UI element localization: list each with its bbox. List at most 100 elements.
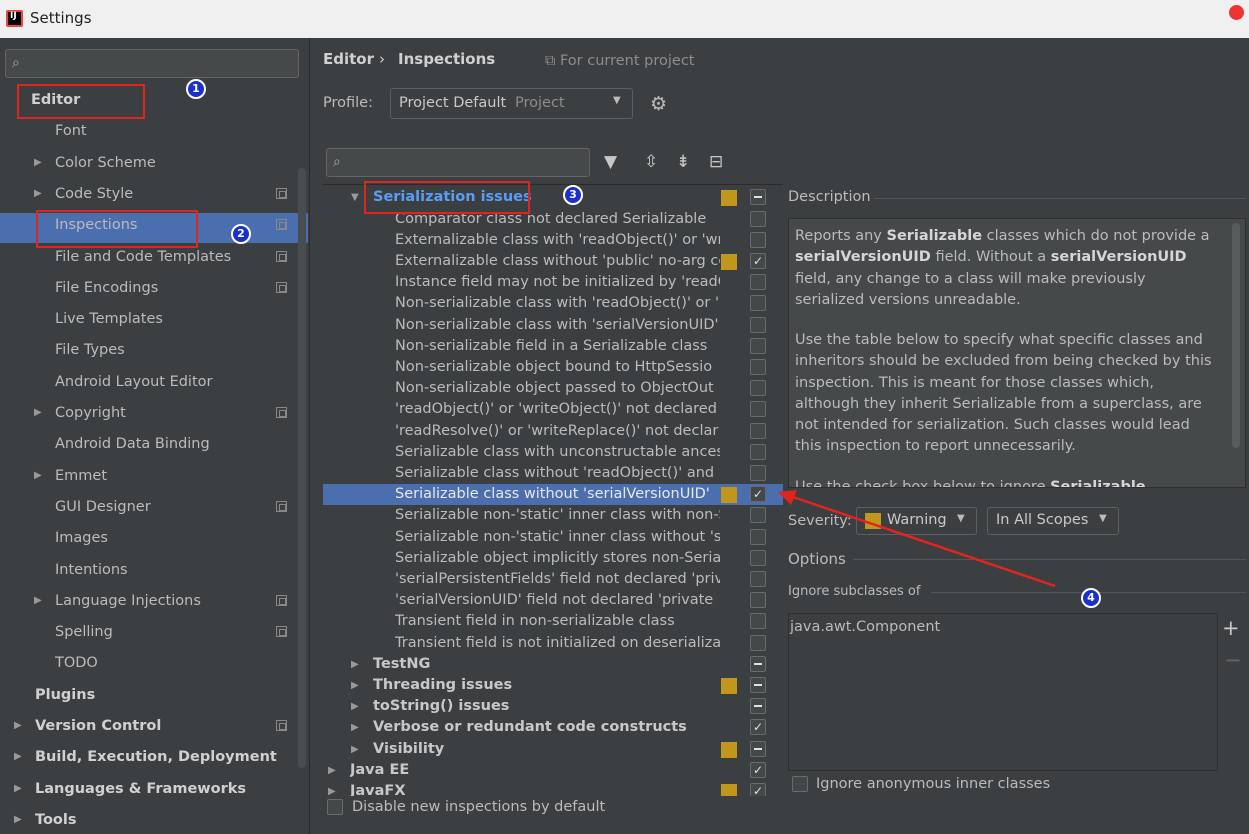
inspection-checkbox[interactable] [750,274,766,291]
sidebar-item-code-style[interactable]: ▶ Code Style [34,179,133,209]
tree-row[interactable]: Non-serializable field in a Serializable… [323,336,783,357]
close-window-button[interactable] [1229,5,1244,20]
inspection-checkbox[interactable] [750,761,766,778]
sidebar-item-copyright[interactable]: ▶ Copyright [34,398,126,428]
tree-row[interactable]: Serializable class without 'readObject()… [323,463,783,484]
inspection-checkbox[interactable] [750,464,766,481]
scope-dropdown[interactable]: In All Scopes ▼ [987,507,1119,535]
inspection-checkbox[interactable] [750,698,766,715]
inspection-checkbox[interactable] [750,210,766,227]
chevron-right-icon[interactable]: ▶ [14,805,22,834]
chevron-right-icon[interactable]: ▶ [14,774,22,804]
chevron-right-icon[interactable]: ▶ [34,586,42,616]
inspection-checkbox[interactable] [750,613,766,630]
sidebar-item-live-templates[interactable]: Live Templates [55,304,163,334]
inspection-checkbox[interactable] [750,634,766,651]
sidebar-item-todo[interactable]: TODO [55,648,98,678]
inspection-checkbox[interactable] [750,401,766,418]
chevron-right-icon[interactable]: ▶ [14,742,22,772]
expand-all-icon[interactable]: ⇳ [644,152,658,172]
ignore-subclasses-list[interactable]: java.awt.Component [788,613,1218,771]
inspection-checkbox[interactable] [750,592,766,609]
tree-row[interactable]: Transient field is not initialized on de… [323,633,783,654]
chevron-right-icon[interactable]: ▶ [34,398,42,428]
sidebar-item-android-data-binding[interactable]: Android Data Binding [55,429,210,459]
sidebar-item-color-scheme[interactable]: ▶ Color Scheme [34,148,156,178]
tree-row[interactable]: Instance field may not be initialized by… [323,272,783,293]
tree-row[interactable]: Serializable class without 'serialVersio… [323,484,783,506]
inspection-checkbox[interactable] [750,252,766,269]
tree-row[interactable]: Non-serializable object passed to Object… [323,378,783,399]
tree-group[interactable]: ▶ toString() issues [323,696,783,717]
inspection-checkbox[interactable] [750,358,766,375]
inspection-checkbox[interactable] [750,549,766,566]
inspection-checkbox[interactable] [750,570,766,587]
tree-row[interactable]: 'serialVersionUID' field not declared 'p… [323,590,783,611]
sidebar-item-plugins[interactable]: Plugins [35,680,95,710]
chevron-right-icon[interactable]: ▶ [14,711,22,741]
inspection-checkbox[interactable] [750,740,766,757]
tree-group[interactable]: ▶ Java EE [323,760,783,781]
tree-row[interactable]: Externalizable class with 'readObject()'… [323,230,783,251]
tree-row[interactable]: Non-serializable class with 'serialVersi… [323,315,783,336]
description-scrollbar[interactable] [1232,223,1240,448]
sidebar-item-version-control[interactable]: ▶ Version Control [14,711,161,741]
add-icon[interactable]: + [1222,616,1240,640]
chevron-right-icon[interactable]: ▶ [351,717,359,738]
tree-row[interactable]: 'readObject()' or 'writeObject()' not de… [323,399,783,420]
chevron-right-icon[interactable]: ▶ [351,696,359,717]
sidebar-item-emmet[interactable]: ▶ Emmet [34,461,107,491]
breadcrumb-editor[interactable]: Editor [323,50,374,68]
gear-icon[interactable]: ⚙ [650,93,667,115]
sidebar-item-languages-frameworks[interactable]: ▶ Languages & Frameworks [14,774,246,804]
chevron-right-icon[interactable]: ▶ [34,461,42,491]
chevron-right-icon[interactable]: ▶ [34,179,42,209]
tree-group[interactable]: ▶ Verbose or redundant code constructs [323,717,783,738]
chevron-right-icon[interactable]: ▶ [351,675,359,696]
inspection-checkbox[interactable] [750,295,766,312]
tree-group[interactable]: ▶ Threading issues [323,675,783,696]
sidebar-search-input[interactable]: ⌕ [5,49,299,78]
list-item[interactable]: java.awt.Component [790,619,940,635]
sidebar-item-file-types[interactable]: File Types [55,335,125,365]
inspection-checkbox[interactable] [750,676,766,693]
collapse-all-icon[interactable]: ⇟ [676,152,690,172]
inspection-checkbox[interactable] [750,655,766,672]
tree-row[interactable]: Non-serializable class with 'readObject(… [323,293,783,314]
sidebar-item-language-injections[interactable]: ▶ Language Injections [34,586,201,616]
chevron-right-icon[interactable]: ▶ [328,781,336,796]
chevron-right-icon[interactable]: ▶ [34,148,42,178]
tree-row[interactable]: 'serialPersistentFields' field not decla… [323,569,783,590]
tree-row[interactable]: Externalizable class without 'public' no… [323,251,783,272]
inspection-checkbox[interactable] [750,782,766,796]
reset-icon[interactable]: ⊟ [709,152,723,172]
inspection-checkbox[interactable] [750,337,766,354]
inspection-checkbox[interactable] [750,422,766,439]
tree-row[interactable]: 'readResolve()' or 'writeReplace()' not … [323,421,783,442]
sidebar-item-android-layout-editor[interactable]: Android Layout Editor [55,367,212,397]
inspection-search-input[interactable]: ⌕ [326,148,590,177]
inspection-checkbox[interactable] [750,719,766,736]
chevron-right-icon[interactable]: ▶ [328,760,336,781]
sidebar-item-font[interactable]: Font [55,116,87,146]
group-checkbox[interactable] [750,189,766,205]
profile-dropdown[interactable]: Project Default Project ▼ [390,88,633,119]
tree-row[interactable]: Transient field in non-serializable clas… [323,611,783,632]
sidebar-item-build-execution-deployment[interactable]: ▶ Build, Execution, Deployment [14,742,277,772]
inspection-checkbox[interactable] [750,528,766,545]
sidebar-scrollbar[interactable] [298,168,306,768]
sidebar-item-spelling[interactable]: Spelling [55,617,113,647]
tree-group[interactable]: ▶ TestNG [323,654,783,675]
sidebar-item-gui-designer[interactable]: GUI Designer [55,492,151,522]
severity-dropdown[interactable]: Warning ▼ [856,507,977,535]
inspection-checkbox[interactable] [750,316,766,333]
inspection-checkbox[interactable] [750,507,766,524]
sidebar-item-tools[interactable]: ▶ Tools [14,805,77,834]
tree-row[interactable]: Serializable class with unconstructable … [323,442,783,463]
tree-group[interactable]: ▶ Visibility [323,739,783,760]
tree-row[interactable]: Serializable non-'static' inner class wi… [323,505,783,526]
chevron-right-icon[interactable]: ▶ [351,654,359,675]
sidebar-item-images[interactable]: Images [55,523,108,553]
disable-new-checkbox[interactable] [327,799,343,815]
tree-row[interactable]: Serializable non-'static' inner class wi… [323,527,783,548]
